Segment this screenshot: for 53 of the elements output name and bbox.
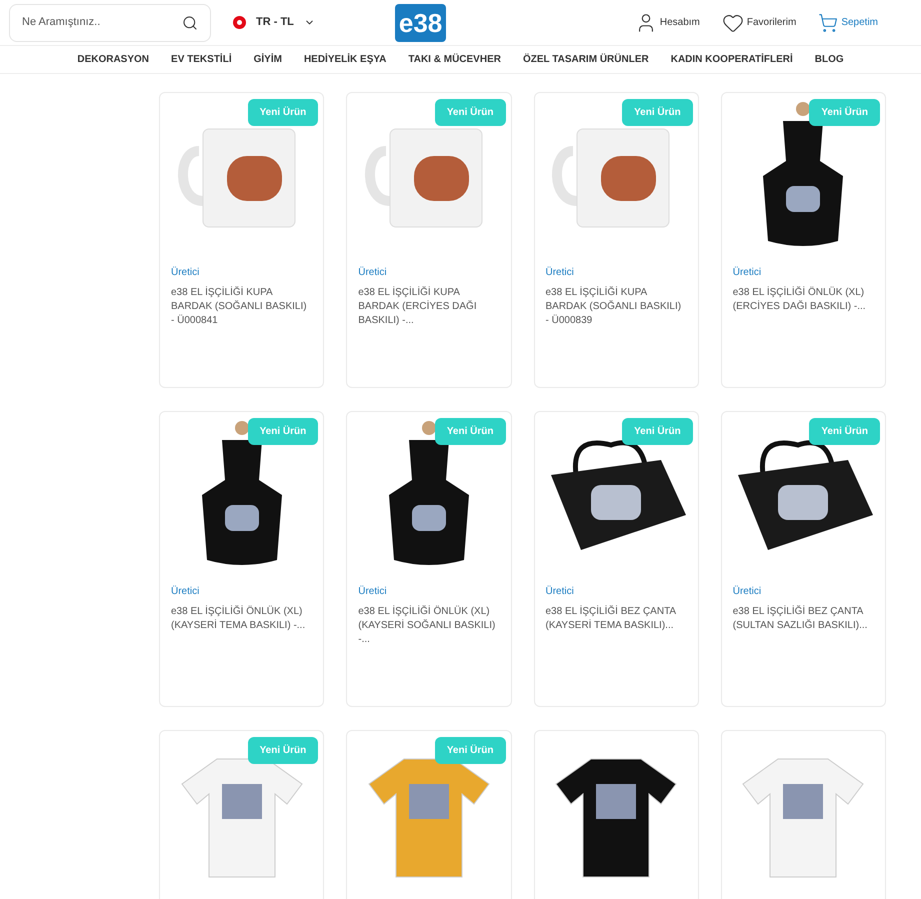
product-name[interactable]: e38 EL İŞÇİLİĞİ KUPA BARDAK (ERCİYES DAĞI BASKILI) -... [358,286,500,328]
vendor-label[interactable]: Üretici [358,265,500,280]
locale-label: TR - TL [256,15,294,30]
nav-link[interactable]: HEDİYELİK EŞYA [304,52,386,67]
new-product-badge: Yeni Ürün [809,99,880,126]
product-name[interactable]: e38 EL İŞÇİLİĞİ KUPA BARDAK (SOĞANLI BASKILI) - Ü000839 [546,286,687,328]
nav-link[interactable]: KADIN KOOPERATİFLERİ [670,52,793,67]
cart-icon [818,12,838,32]
product-card[interactable]: Yeni Ürün Üretici e38 EL İŞÇİLİĞİ KUPA BARDAK (SOĞANLI BASKILI) - Ü000841 [159,92,324,388]
nav-link[interactable]: EV TEKSTİLİ [171,52,232,67]
new-product-badge: Yeni Ürün [809,418,880,445]
vendor-label[interactable]: Üretici [171,584,312,599]
nav-link[interactable]: ÖZEL TASARIM ÜRÜNLER [522,52,649,67]
product-card[interactable]: Yeni Ürün Üretici e38 EL İŞÇİLİĞİ BEZ ÇANTA (SULTAN SAZLIĞI BASKILI)... [720,411,886,707]
nav-link[interactable]: BLOG [814,52,844,67]
product-name[interactable]: e38 EL İŞÇİLİĞİ KUPA BARDAK (SOĞANLI BASKILI) - Ü000841 [171,286,312,328]
new-product-badge: Yeni Ürün [248,99,318,126]
product-name[interactable]: e38 EL İŞÇİLİĞİ ÖNLÜK (XL) (KAYSERİ SOĞANLI BASKILI) -... [358,605,500,647]
product-name[interactable]: e38 EL İŞÇİLİĞİ BEZ ÇANTA (SULTAN SAZLIĞI BASKILI)... [732,605,874,633]
search-input[interactable]: Ne Aramıştınız.. [22,14,182,31]
account-link[interactable]: Hesabım [634,12,700,34]
new-product-badge: Yeni Ürün [622,99,693,126]
nav-link[interactable]: DEKORASYON [77,52,150,67]
new-product-badge: Yeni Ürün [434,418,506,445]
search-icon[interactable] [182,14,198,30]
new-product-badge: Yeni Ürün [434,737,506,764]
favorites-link[interactable]: Favorilerim [722,12,796,34]
product-name[interactable]: e38 EL İŞÇİLİĞİ ÖNLÜK (XL) (ERCİYES DAĞI BASKILI) -... [732,286,874,314]
nav-link[interactable]: GİYİM [254,52,282,67]
product-card[interactable]: Yeni Ürün Üretici e38 EL İŞÇİLİĞİ ÖNLÜK (XL) (KAYSERİ TEMA BASKILI) -... [159,411,324,707]
product-card[interactable]: Yeni Ürün Üretici e38 EL İŞÇİLİĞİ KUPA BARDAK (SOĞANLI BASKILI) - Ü000839 [534,92,699,388]
product-card[interactable]: Yeni Ürün Üretici e38 EL İŞÇİLİĞİ BEZ ÇANTA (KAYSERİ TEMA BASKILI)... [534,411,699,707]
vendor-label[interactable]: Üretici [546,584,687,599]
locale-selector[interactable]: TR - TL [233,14,315,31]
vendor-label[interactable]: Üretici [546,265,687,280]
vendor-label[interactable]: Üretici [358,584,500,599]
new-product-badge: Yeni Ürün [248,737,318,764]
product-card[interactable]: Yeni Ürün Üretici e38 EL İŞÇİLİĞİ ÖNLÜK (XL) (ERCİYES DAĞI BASKILI) -... [720,92,886,388]
new-product-badge: Yeni Ürün [622,418,693,445]
turkey-flag-icon [233,16,246,29]
cart-link[interactable]: Sepetim [818,12,878,32]
product-card[interactable]: Yeni Ürün Üretici e38 EL İŞÇİLİĞİ KUPA BARDAK (ERCİYES DAĞI BASKILI) -... [346,92,512,388]
search-field[interactable]: Ne Aramıştınız.. [9,4,211,42]
new-product-badge: Yeni Ürün [434,99,506,126]
vendor-label[interactable]: Üretici [732,584,874,599]
vendor-label[interactable]: Üretici [171,265,312,280]
vendor-label[interactable]: Üretici [732,265,874,280]
product-name[interactable]: e38 EL İŞÇİLİĞİ BEZ ÇANTA (KAYSERİ TEMA BASKILI)... [546,605,687,633]
nav-link[interactable]: TAKI & MÜCEVHER [408,52,501,67]
site-logo[interactable]: e38 [394,4,446,42]
product-name[interactable]: e38 EL İŞÇİLİĞİ ÖNLÜK (XL) (KAYSERİ TEMA BASKILI) -... [171,605,312,633]
new-product-badge: Yeni Ürün [248,418,318,445]
product-card[interactable]: Yeni Ürün Üretici e38 EL İŞÇİLİĞİ ÖNLÜK (XL) (KAYSERİ SOĞANLI BASKILI) -... [346,411,512,707]
